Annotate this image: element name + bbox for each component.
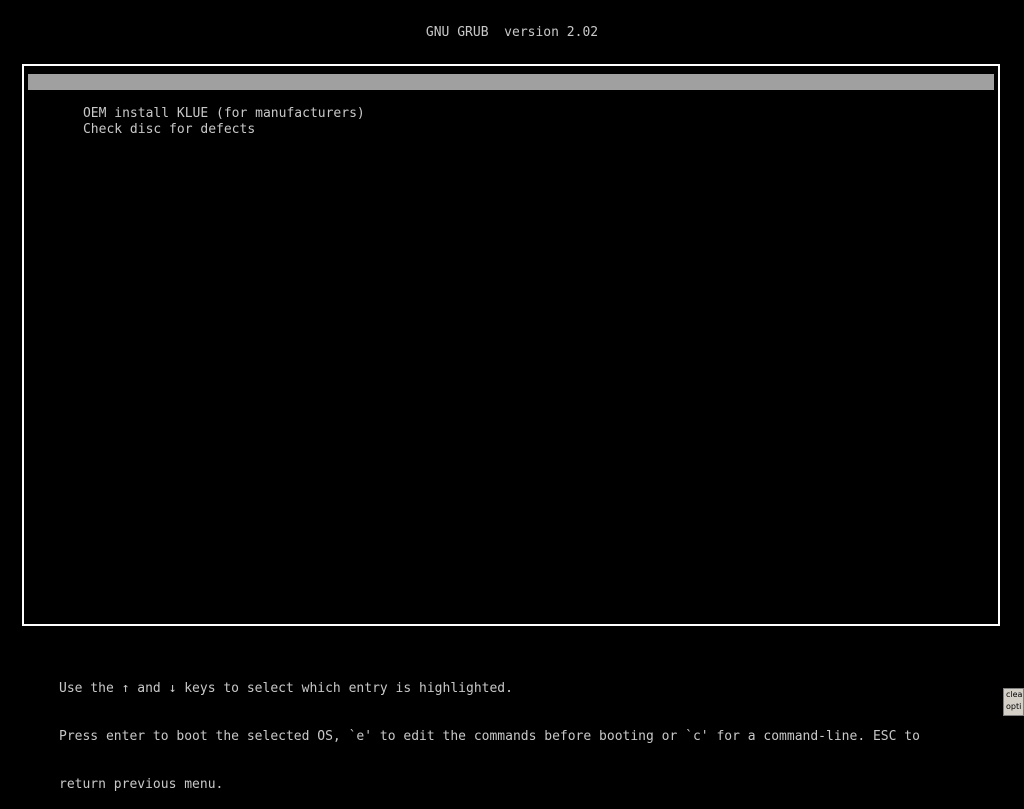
- entry-marker: [75, 106, 83, 122]
- boot-menu-list: *UEFI Boot KLUE Live Disc OEM install KL…: [28, 74, 994, 137]
- side-options-widget[interactable]: clea opti: [1003, 688, 1024, 716]
- help-line-return: return previous menu.: [59, 777, 224, 792]
- help-line-navigation: Use the ↑ and ↓ keys to select which ent…: [59, 681, 513, 696]
- side-widget-line2: opti: [1006, 702, 1022, 711]
- selected-marker: *: [74, 90, 83, 105]
- entry-marker: [75, 122, 83, 138]
- side-widget-line1: clea: [1006, 690, 1023, 699]
- menu-entry-uefi-boot[interactable]: *UEFI Boot KLUE Live Disc: [28, 74, 994, 105]
- help-text: Use the ↑ and ↓ keys to select which ent…: [59, 649, 920, 809]
- grub-version-title: GNU GRUB version 2.02: [425, 25, 599, 40]
- menu-entry-label: Check disc for defects: [82, 122, 256, 137]
- menu-entry-label: OEM install KLUE (for manufacturers): [82, 106, 365, 121]
- boot-menu-box: *UEFI Boot KLUE Live Disc OEM install KL…: [22, 64, 1000, 626]
- help-line-boot-instructions: Press enter to boot the selected OS, `e'…: [59, 729, 920, 744]
- menu-entry-label: UEFI Boot KLUE Live Disc: [82, 90, 271, 105]
